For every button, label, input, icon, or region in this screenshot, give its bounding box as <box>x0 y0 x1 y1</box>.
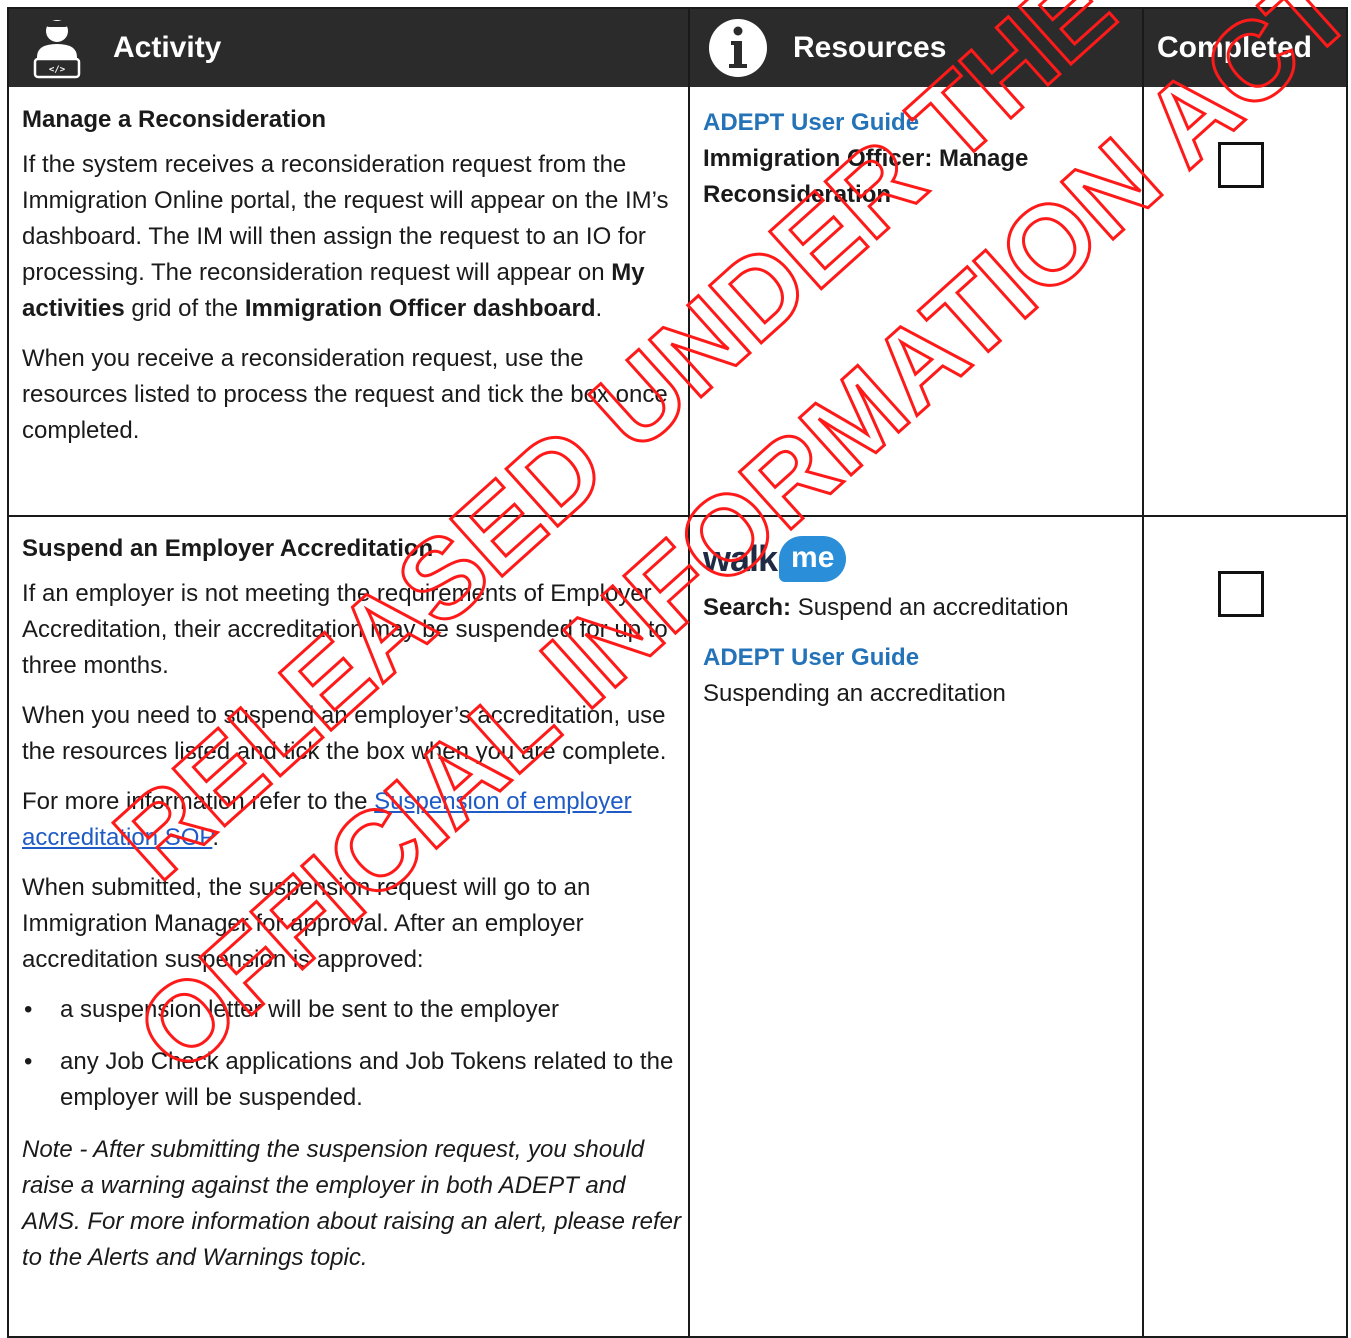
row1-title: Manage a Reconsideration <box>22 106 327 133</box>
row2-note: Note - After submitting the suspension r… <box>22 1136 681 1271</box>
info-icon <box>709 19 767 77</box>
walkme-logo-me: me <box>779 536 847 582</box>
row1-adept-user-guide-link[interactable]: ADEPT User Guide <box>703 105 1123 141</box>
header-completed: Completed <box>1157 9 1347 87</box>
row2-paragraph-3: For more information refer to the Suspen… <box>22 788 632 851</box>
header-activity-label: Activity <box>113 31 222 64</box>
row2-paragraph-2: When you need to suspend an employer’s a… <box>22 702 667 765</box>
checklist-table: </> Activity Resources Completed Manage … <box>7 7 1348 1338</box>
row2-bullet-list: a suspension letter will be sent to the … <box>22 992 686 1116</box>
header-resources: Resources <box>707 9 1137 87</box>
list-item: a suspension letter will be sent to the … <box>22 992 686 1028</box>
row2-completed-checkbox[interactable] <box>1218 571 1264 617</box>
walkme-logo-walk: walk <box>703 538 778 579</box>
row-divider <box>9 515 1346 517</box>
row2-activity-cell: Suspend an Employer Accreditation If an … <box>22 534 686 1290</box>
row1-paragraph-1: If the system receives a reconsideration… <box>22 151 669 322</box>
row1-resources-cell: ADEPT User Guide Immigration Officer: Ma… <box>703 105 1123 213</box>
row2-resources-cell: walk me Search: Suspend an accreditation… <box>703 530 1133 712</box>
list-item: any Job Check applications and Job Token… <box>22 1044 686 1116</box>
row2-resource-title: Suspending an accreditation <box>703 680 1006 707</box>
column-divider <box>1142 9 1144 1336</box>
row2-title: Suspend an Employer Accreditation <box>22 535 434 562</box>
row2-paragraph-1: If an employer is not meeting the requir… <box>22 580 668 679</box>
walkme-logo[interactable]: walk me <box>703 530 1133 588</box>
row2-paragraph-4: When submitted, the suspension request w… <box>22 874 591 973</box>
row1-completed-checkbox[interactable] <box>1218 142 1264 188</box>
row1-activity-cell: Manage a Reconsideration If the system r… <box>22 105 682 463</box>
walkme-search-text: Search: Suspend an accreditation <box>703 594 1069 621</box>
row1-paragraph-2: When you receive a reconsideration reque… <box>22 345 668 444</box>
header-resources-label: Resources <box>793 31 947 64</box>
header-activity: </> Activity <box>29 9 679 87</box>
header-completed-label: Completed <box>1157 31 1313 64</box>
developer-person-icon: </> <box>33 20 81 79</box>
row2-adept-user-guide-link[interactable]: ADEPT User Guide <box>703 640 1133 676</box>
column-divider <box>688 9 690 1336</box>
svg-text:</>: </> <box>49 65 66 75</box>
row1-resource-title: Immigration Officer: Manage Reconsiderat… <box>703 145 1029 208</box>
